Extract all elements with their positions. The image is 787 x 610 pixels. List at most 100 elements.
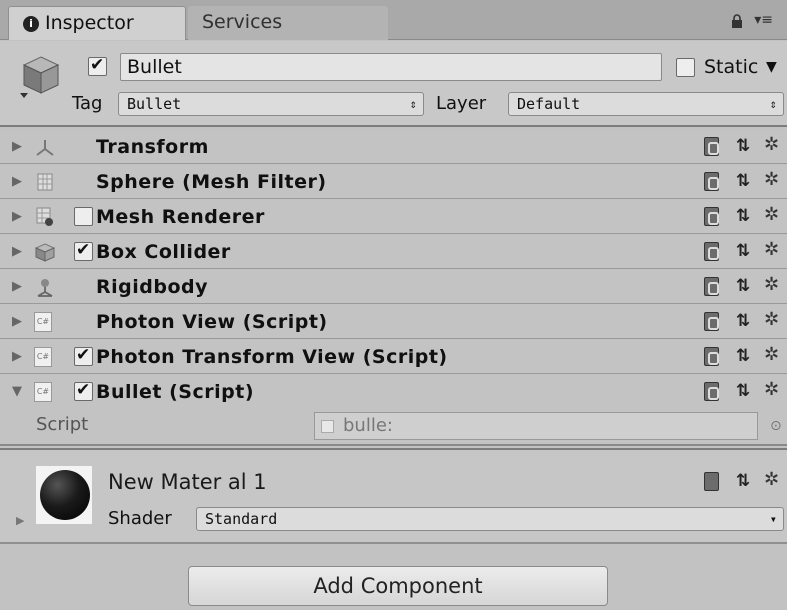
rigidbody-icon [37,279,53,297]
gear-icon[interactable]: ✲ [764,134,779,155]
fold-arrow-icon[interactable]: ▶ [12,244,22,259]
fold-arrow-icon[interactable]: ▶ [12,209,22,224]
component-transform[interactable]: ▶ Transform ⇅ ✲ [0,130,787,164]
fold-arrow-icon[interactable]: ▶ [12,279,22,294]
object-picker-icon[interactable]: ⊙ [770,418,782,434]
fold-arrow-icon[interactable]: ▶ [12,349,22,364]
inspector-window: i Inspector Services ▾≡ Bullet Static ▼ T… [0,0,787,610]
csharp-script-icon: C# [34,347,52,367]
help-book-icon[interactable] [704,472,719,491]
object-name-field[interactable]: Bullet [120,53,662,81]
footer: Add Component [0,544,787,610]
preset-icon[interactable]: ⇅ [736,136,750,156]
preset-icon[interactable]: ⇅ [736,381,750,401]
help-book-icon[interactable] [704,172,719,191]
tab-services-label: Services [202,11,283,33]
static-dropdown-arrow-icon[interactable]: ▼ [766,59,777,75]
fold-arrow-icon[interactable]: ▶ [12,314,22,329]
dropdown-arrows-icon: ⇕ [769,97,777,111]
gear-icon[interactable]: ✲ [764,379,779,400]
tag-label: Tag [72,93,103,114]
fold-arrow-open-icon[interactable]: ▼ [12,384,22,399]
material-sphere-icon [40,470,90,520]
script-object-field[interactable]: bulle: [314,412,758,440]
script-label: Script [36,414,89,435]
csharp-script-icon: C# [34,382,52,402]
preset-icon[interactable]: ⇅ [736,171,750,191]
mesh-filter-icon [37,173,53,191]
gameobject-cube-icon[interactable] [18,53,64,99]
dropdown-arrows-icon: ⇕ [409,97,417,111]
preset-icon[interactable]: ⇅ [736,311,750,331]
transform-icon [36,140,54,156]
component-bullet-script[interactable]: ▼ C# Bullet (Script) ⇅ ✲ [0,375,787,409]
gear-icon[interactable]: ✲ [764,239,779,260]
component-box-collider[interactable]: ▶ Box Collider ⇅ ✲ [0,235,787,269]
tab-inspector-label: Inspector [45,12,134,34]
box-collider-enabled-checkbox[interactable] [74,240,93,261]
preset-icon[interactable]: ⇅ [736,206,750,226]
mesh-renderer-icon [36,207,53,226]
layer-dropdown[interactable]: Default ⇕ [508,92,784,116]
script-property-row: Script bulle: ⊙ [0,408,787,446]
component-title: Transform [96,136,209,158]
help-book-icon[interactable] [704,242,719,261]
tab-inspector[interactable]: i Inspector [8,6,186,40]
fold-arrow-icon[interactable]: ▶ [12,139,22,154]
gear-icon[interactable]: ✲ [764,344,779,365]
static-checkbox[interactable] [676,58,695,77]
dropdown-arrow-icon: ▾ [769,512,777,526]
component-title: Bullet (Script) [96,381,254,403]
gear-icon[interactable]: ✲ [764,169,779,190]
script-value: bulle: [343,415,393,436]
photon-transform-view-enabled-checkbox[interactable] [74,345,93,366]
component-title: Photon Transform View (Script) [96,346,448,368]
mesh-renderer-enabled-checkbox[interactable] [74,207,93,226]
preset-icon[interactable]: ⇅ [736,471,750,491]
help-book-icon[interactable] [704,207,719,226]
component-title: Photon View (Script) [96,311,328,333]
fold-arrow-icon[interactable]: ▶ [16,514,24,527]
component-mesh-filter[interactable]: ▶ Sphere (Mesh Filter) ⇅ ✲ [0,165,787,199]
help-book-icon[interactable] [704,347,719,366]
add-component-button[interactable]: Add Component [188,566,608,606]
component-photon-view[interactable]: ▶ C# Photon View (Script) ⇅ ✲ [0,305,787,339]
gear-icon[interactable]: ✲ [764,204,779,225]
tab-services[interactable]: Services [188,6,388,40]
tag-dropdown[interactable]: Bullet ⇕ [118,92,424,116]
tab-menu-icon[interactable]: ▾≡ [754,12,773,28]
component-rigidbody[interactable]: ▶ Rigidbody ⇅ ✲ [0,270,787,304]
help-book-icon[interactable] [704,137,719,156]
shader-dropdown[interactable]: Standard ▾ [196,507,784,531]
box-collider-icon [34,243,56,262]
layer-value: Default [517,95,581,113]
gear-icon[interactable]: ✲ [764,309,779,330]
component-title: Rigidbody [96,276,208,298]
component-title: Sphere (Mesh Filter) [96,171,327,193]
component-title: Box Collider [96,241,231,263]
bullet-script-enabled-checkbox[interactable] [74,380,93,401]
active-checkbox[interactable] [88,55,107,76]
tab-strip: i Inspector Services ▾≡ [0,0,787,40]
tag-value: Bullet [127,95,182,113]
material-section: ▶ New Mater al 1 ⇅ ✲ Shader Standard ▾ [0,448,787,544]
component-photon-transform-view[interactable]: ▶ C# Photon Transform View (Script) ⇅ ✲ [0,340,787,374]
preset-icon[interactable]: ⇅ [736,276,750,296]
info-icon: i [23,16,39,32]
preset-icon[interactable]: ⇅ [736,241,750,261]
script-file-icon [321,420,334,433]
component-title: Mesh Renderer [96,206,265,228]
material-name: New Mater al 1 [108,470,267,494]
preset-icon[interactable]: ⇅ [736,346,750,366]
csharp-script-icon: C# [34,312,52,332]
lock-icon[interactable] [731,14,743,28]
gear-icon[interactable]: ✲ [764,469,779,490]
fold-arrow-icon[interactable]: ▶ [12,174,22,189]
help-book-icon[interactable] [704,382,719,401]
layer-label: Layer [436,93,487,114]
component-mesh-renderer[interactable]: ▶ Mesh Renderer ⇅ ✲ [0,200,787,234]
material-preview[interactable] [36,466,92,524]
help-book-icon[interactable] [704,277,719,296]
gear-icon[interactable]: ✲ [764,274,779,295]
help-book-icon[interactable] [704,312,719,331]
